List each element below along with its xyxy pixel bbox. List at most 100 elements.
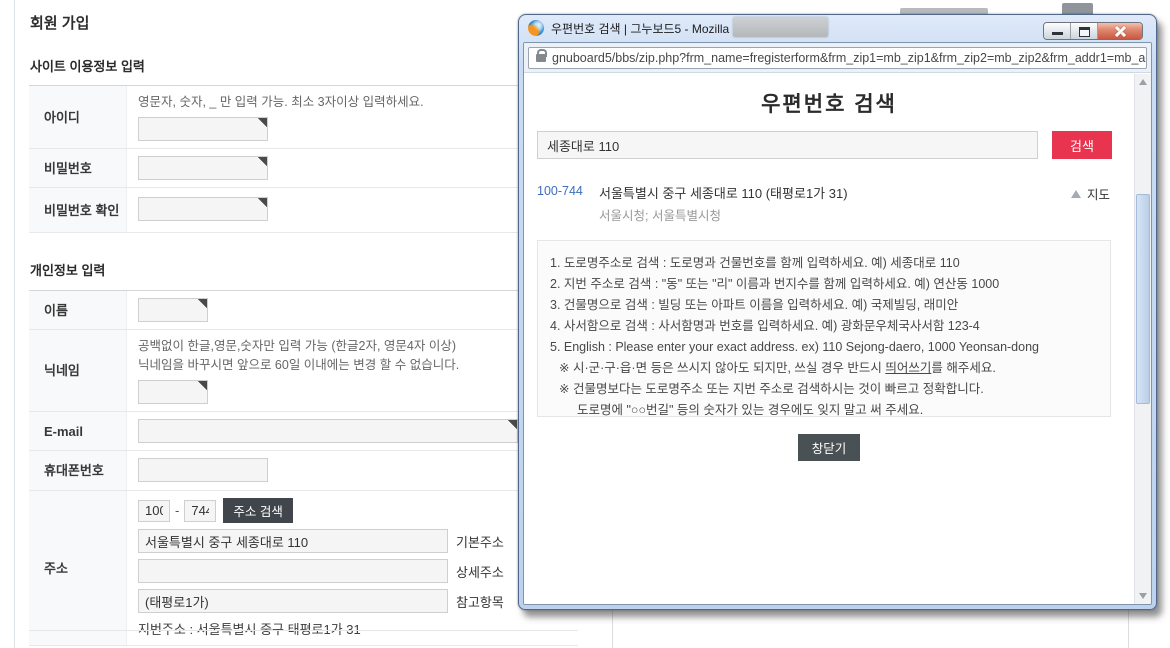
name-cell (127, 291, 578, 329)
address-label: 주소 (29, 491, 127, 645)
bg-column-line (1128, 606, 1129, 648)
postcode-search-input[interactable] (537, 131, 1038, 159)
password-label: 비밀번호 (29, 149, 127, 187)
result-secondary-text: 서울시청; 서울특별시청 (599, 205, 721, 224)
nickname-hint-2: 닉네임을 바꾸시면 앞으로 60일 이내에는 변경 할 수 없습니다. (138, 356, 578, 375)
form-row-name: 이름 (29, 291, 578, 330)
help-line-note: ※ 건물명보다는 도로명주소 또는 지번 주소로 검색하시는 것이 빠르고 정확… (550, 379, 1100, 400)
required-corner-marker (138, 298, 208, 322)
help-note-prefix: ※ 시·군·구·읍·면 등은 쓰시지 않아도 되지만, 쓰실 경우 반드시 (559, 361, 885, 375)
help-line: 4. 사서함으로 검색 : 사서함명과 번호를 입력하세요. 예) 광화문우체국… (550, 316, 1100, 337)
nickname-label: 닉네임 (29, 330, 127, 411)
result-zip-link[interactable]: 100-744 (537, 184, 583, 198)
zip-search-page: 우편번호 검색 검색 100-744 서울특별시 중구 세종대로 110 (태평… (524, 74, 1134, 604)
zip2-input[interactable] (184, 500, 216, 522)
result-address: 서울특별시 중구 세종대로 110 (태평로1가 31) (599, 183, 848, 202)
personal-info-table: 이름 닉네임 공백없이 한글,영문,숫자만 입력 가능 (한글2자, 영문4자 … (29, 290, 578, 646)
form-row-phone: 휴대폰번호 (29, 451, 578, 491)
password-confirm-cell (127, 188, 578, 232)
close-button[interactable] (1098, 23, 1142, 39)
site-info-table: 아이디 영문자, 숫자, _ 만 입력 가능. 최소 3자이상 입력하세요. 비… (29, 85, 578, 233)
detail-address-label: 상세주소 (456, 562, 504, 581)
form-row-nickname: 닉네임 공백없이 한글,영문,숫자만 입력 가능 (한글2자, 영문4자 이상)… (29, 330, 578, 412)
id-label: 아이디 (29, 86, 127, 148)
scroll-up-button[interactable] (1135, 74, 1151, 90)
extra-address-input[interactable] (138, 589, 448, 613)
lock-icon (536, 54, 546, 62)
firefox-icon (528, 20, 544, 36)
minimize-icon (1052, 32, 1063, 35)
help-line: 2. 지번 주소로 검색 : "동" 또는 "리" 이름과 번지수를 함께 입력… (550, 274, 1100, 295)
input-wrap (138, 458, 268, 482)
password-confirm-label: 비밀번호 확인 (29, 188, 127, 232)
page-container-border (14, 0, 15, 648)
help-note-suffix: 를 해주세요. (931, 361, 995, 375)
zip1-input[interactable] (138, 500, 170, 522)
screen: 회원 가입 사이트 이용정보 입력 아이디 영문자, 숫자, _ 만 입력 가능… (0, 0, 1170, 648)
required-corner-marker (138, 380, 208, 404)
map-label: 지도 (1087, 184, 1110, 203)
email-label: E-mail (29, 412, 127, 450)
zip-search-heading: 우편번호 검색 (524, 88, 1134, 118)
nickname-hint-1: 공백없이 한글,영문,숫자만 입력 가능 (한글2자, 영문4자 이상) (138, 337, 578, 356)
detail-address-line: 상세주소 (138, 559, 578, 583)
password-cell (127, 149, 578, 187)
name-label: 이름 (29, 291, 127, 329)
scrollbar-thumb[interactable] (1136, 194, 1150, 404)
zip-separator: - (175, 503, 179, 518)
url-text: gnuboard5/bbs/zip.php?frm_name=fregister… (552, 51, 1147, 65)
minimize-button[interactable] (1044, 23, 1071, 39)
help-note-underline: 띄어쓰기 (885, 361, 931, 375)
required-corner-marker (138, 156, 268, 180)
form-row-address: 주소 - 주소 검색 기본주소 상세주소 참고항목 (29, 491, 578, 646)
password-confirm-input[interactable] (138, 197, 268, 221)
address-cell: - 주소 검색 기본주소 상세주소 참고항목 지번주소 : 서울특별시 중구 태… (127, 491, 578, 645)
base-address-input[interactable] (138, 529, 448, 553)
required-corner-marker (138, 419, 518, 443)
id-hint: 영문자, 숫자, _ 만 입력 가능. 최소 3자이상 입력하세요. (138, 93, 578, 112)
form-row-email: E-mail (29, 412, 578, 451)
help-line: 1. 도로명주소로 검색 : 도로명과 건물번호를 함께 입력하세요. 예) 세… (550, 253, 1100, 274)
form-row-password-confirm: 비밀번호 확인 (29, 188, 578, 233)
help-line: 3. 건물명으로 검색 : 빌딩 또는 아파트 이름을 입력하세요. 예) 국제… (550, 295, 1100, 316)
scroll-down-button[interactable] (1135, 588, 1151, 604)
background-window-fragment (733, 17, 828, 37)
form-row-password: 비밀번호 (29, 149, 578, 188)
scroll-up-icon (1139, 79, 1147, 85)
form-row-id: 아이디 영문자, 숫자, _ 만 입력 가능. 최소 3자이상 입력하세요. (29, 86, 578, 149)
detail-address-input[interactable] (138, 559, 448, 583)
name-input[interactable] (138, 298, 208, 322)
search-help-box: 1. 도로명주소로 검색 : 도로명과 건물번호를 함께 입력하세요. 예) 세… (537, 240, 1111, 417)
nickname-cell: 공백없이 한글,영문,숫자만 입력 가능 (한글2자, 영문4자 이상) 닉네임… (127, 330, 578, 411)
id-input[interactable] (138, 117, 268, 141)
help-line-continued: 도로명에 "○○번길" 등의 숫자가 있는 경우에도 잊지 말고 써 주세요. (550, 400, 1100, 421)
extra-address-label: 참고항목 (456, 592, 504, 611)
jibun-address-text: 지번주소 : 서울특별시 중구 태평로1가 31 (138, 619, 578, 638)
required-corner-marker (138, 197, 268, 221)
maximize-icon (1079, 27, 1090, 37)
page-title: 회원 가입 (30, 12, 89, 33)
address-search-button[interactable]: 주소 검색 (223, 498, 292, 523)
browser-toolbar: gnuboard5/bbs/zip.php?frm_name=fregister… (524, 43, 1151, 73)
close-window-button[interactable]: 창닫기 (798, 434, 860, 461)
base-address-line: 기본주소 (138, 529, 578, 553)
triangle-up-icon (1071, 190, 1081, 198)
section-title-personal-info: 개인정보 입력 (30, 260, 105, 279)
search-button[interactable]: 검색 (1052, 131, 1112, 159)
maximize-button[interactable] (1071, 23, 1098, 39)
nickname-input[interactable] (138, 380, 208, 404)
base-address-label: 기본주소 (456, 532, 504, 551)
url-bar[interactable]: gnuboard5/bbs/zip.php?frm_name=fregister… (528, 47, 1147, 69)
vertical-scrollbar[interactable] (1134, 74, 1151, 604)
phone-input[interactable] (138, 458, 268, 482)
required-corner-marker (138, 117, 268, 141)
window-controls (1043, 22, 1143, 40)
email-input[interactable] (138, 419, 518, 443)
scroll-down-icon (1139, 593, 1147, 599)
section-title-site-info: 사이트 이용정보 입력 (30, 56, 145, 75)
window-titlebar[interactable]: 우편번호 검색 | 그누보드5 - Mozilla Firefox (519, 15, 1156, 41)
popup-window: 우편번호 검색 | 그누보드5 - Mozilla Firefox gnuboa… (518, 14, 1157, 610)
map-toggle[interactable]: 지도 (1071, 184, 1110, 203)
password-input[interactable] (138, 156, 268, 180)
bg-column-line (612, 606, 613, 648)
